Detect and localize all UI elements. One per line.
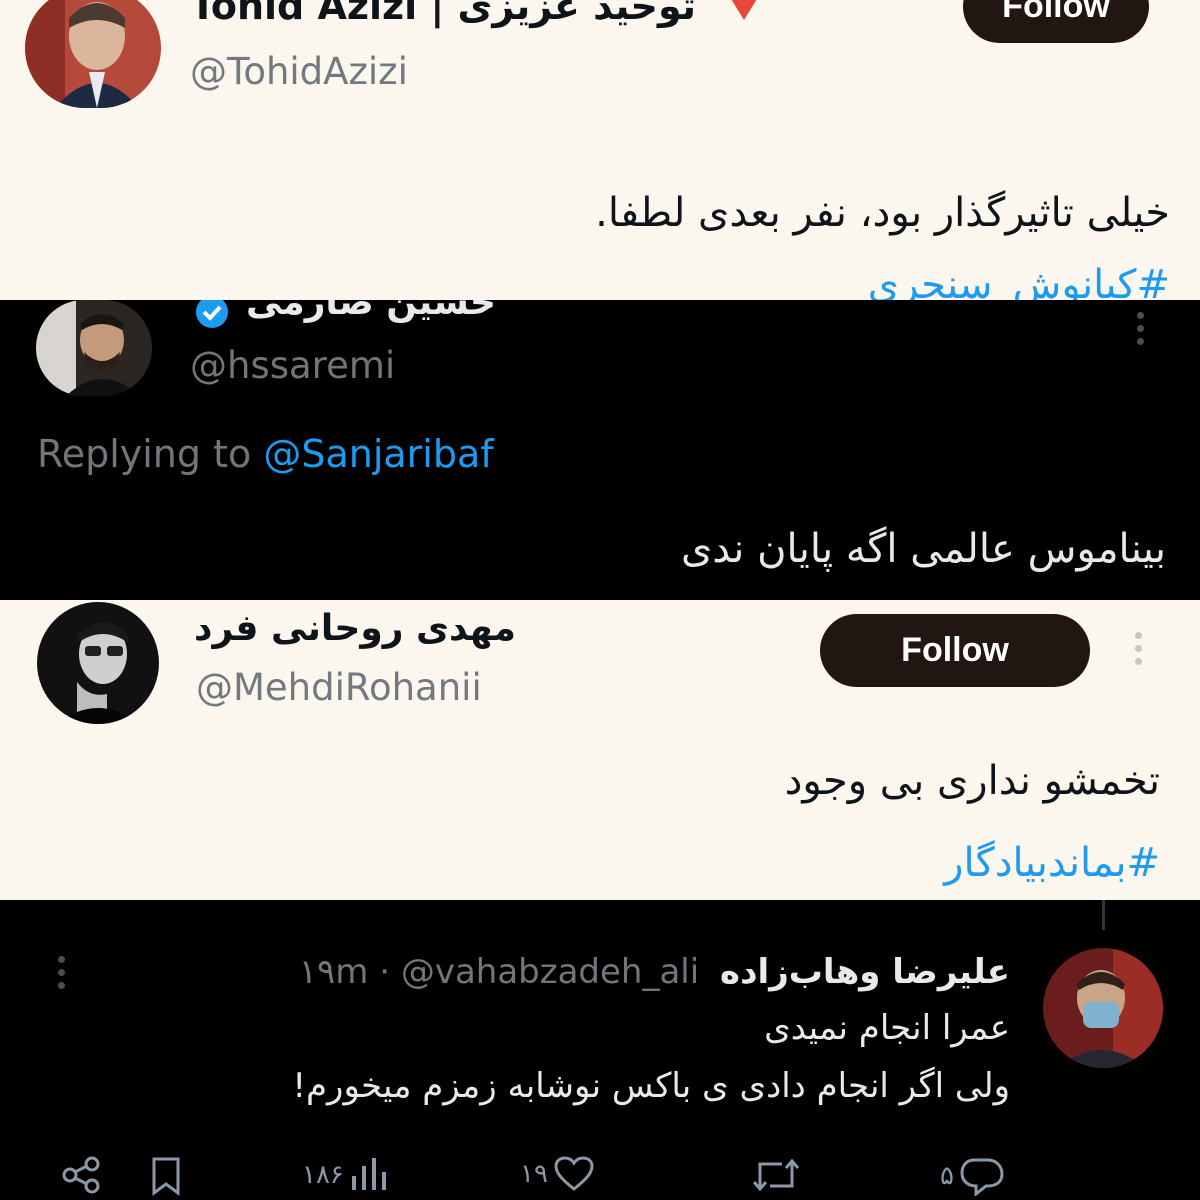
- follow-button[interactable]: Follow: [963, 0, 1149, 43]
- avatar-photo: [1043, 948, 1163, 1068]
- handle-time[interactable]: ۱۹m · @vahabzadeh_ali: [299, 952, 699, 992]
- more-options-icon[interactable]: [58, 956, 70, 995]
- views-icon: [351, 1158, 386, 1190]
- hashtag-link[interactable]: #بماندبیادگار: [944, 840, 1160, 886]
- more-options-icon[interactable]: [1135, 632, 1147, 671]
- views-count: ۱۸۶: [302, 1160, 344, 1190]
- reply-icon: [960, 1158, 1004, 1196]
- reply-count: ۵: [940, 1161, 954, 1191]
- verified-badge-icon: [192, 300, 232, 334]
- avatar-photo: [25, 0, 161, 108]
- hashtag-link[interactable]: #کیانوش_سنجری: [868, 262, 1170, 300]
- handle[interactable]: @MehdiRohanii: [196, 666, 482, 709]
- reply-button[interactable]: ۵: [940, 1156, 1004, 1196]
- share-button[interactable]: [62, 1156, 102, 1194]
- avatar[interactable]: [36, 300, 152, 396]
- views-stat[interactable]: ۱۸۶: [302, 1158, 388, 1192]
- like-button[interactable]: ۱۹: [520, 1156, 594, 1192]
- bookmark-button[interactable]: [150, 1156, 182, 1196]
- bookmark-icon: [152, 1157, 180, 1196]
- like-count: ۱۹: [520, 1159, 548, 1189]
- replying-to: Replying to @Sanjaribaf: [37, 432, 494, 476]
- display-name: مهدی روحانی فرد: [194, 608, 516, 649]
- tweet-card-hssaremi: حسین صارمی @hssaremi Replying to @Sanjar…: [0, 300, 1200, 600]
- red-heart-icon: [724, 0, 764, 28]
- tweet-line-1: عمرا انجام نمیدی: [764, 1008, 1010, 1048]
- tweet-text: تخمشو نداری بی وجود: [784, 758, 1160, 804]
- tweet-card-mehdi: مهدی روحانی فرد @MehdiRohanii Follow تخم…: [0, 600, 1200, 900]
- retweet-icon: [752, 1158, 800, 1192]
- replying-prefix: Replying to: [37, 432, 252, 476]
- more-options-icon[interactable]: [1137, 312, 1149, 351]
- avatar[interactable]: [25, 0, 161, 108]
- tweet-card-tohid: Tohid Azizi | توحید عزیزی @TohidAzizi Fo…: [0, 0, 1200, 300]
- avatar[interactable]: [37, 602, 159, 724]
- display-name: Tohid Azizi | توحید عزیزی: [190, 0, 697, 28]
- display-name: علیرضا وهاب‌زاده: [720, 952, 1010, 992]
- share-icon: [62, 1156, 100, 1194]
- tweet-text: خیلی تاثیرگذار بود، نفر بعدی لطفا.: [595, 190, 1170, 236]
- handle[interactable]: @TohidAzizi: [190, 50, 408, 93]
- follow-button[interactable]: Follow: [820, 614, 1090, 687]
- heart-icon: [554, 1156, 594, 1191]
- thread-line: [1102, 900, 1105, 930]
- author-line: ۱۹m · @vahabzadeh_ali علیرضا وهاب‌زاده: [299, 952, 1010, 992]
- tweet-card-vahabzadeh: ۱۹m · @vahabzadeh_ali علیرضا وهاب‌زاده ع…: [0, 900, 1200, 1200]
- retweet-button[interactable]: [752, 1156, 800, 1194]
- replying-handle-link[interactable]: @Sanjaribaf: [263, 432, 493, 476]
- tweet-text: بیناموس عالمی اگه پایان ندی: [681, 526, 1166, 572]
- avatar-photo: [37, 602, 159, 724]
- avatar-photo: [36, 300, 152, 396]
- display-name: حسین صارمی: [246, 300, 496, 323]
- handle[interactable]: @hssaremi: [190, 344, 395, 387]
- avatar[interactable]: [1043, 948, 1163, 1068]
- tweet-line-2: ولی اگر انجام دادی ی باکس نوشابه زمزم می…: [292, 1066, 1010, 1106]
